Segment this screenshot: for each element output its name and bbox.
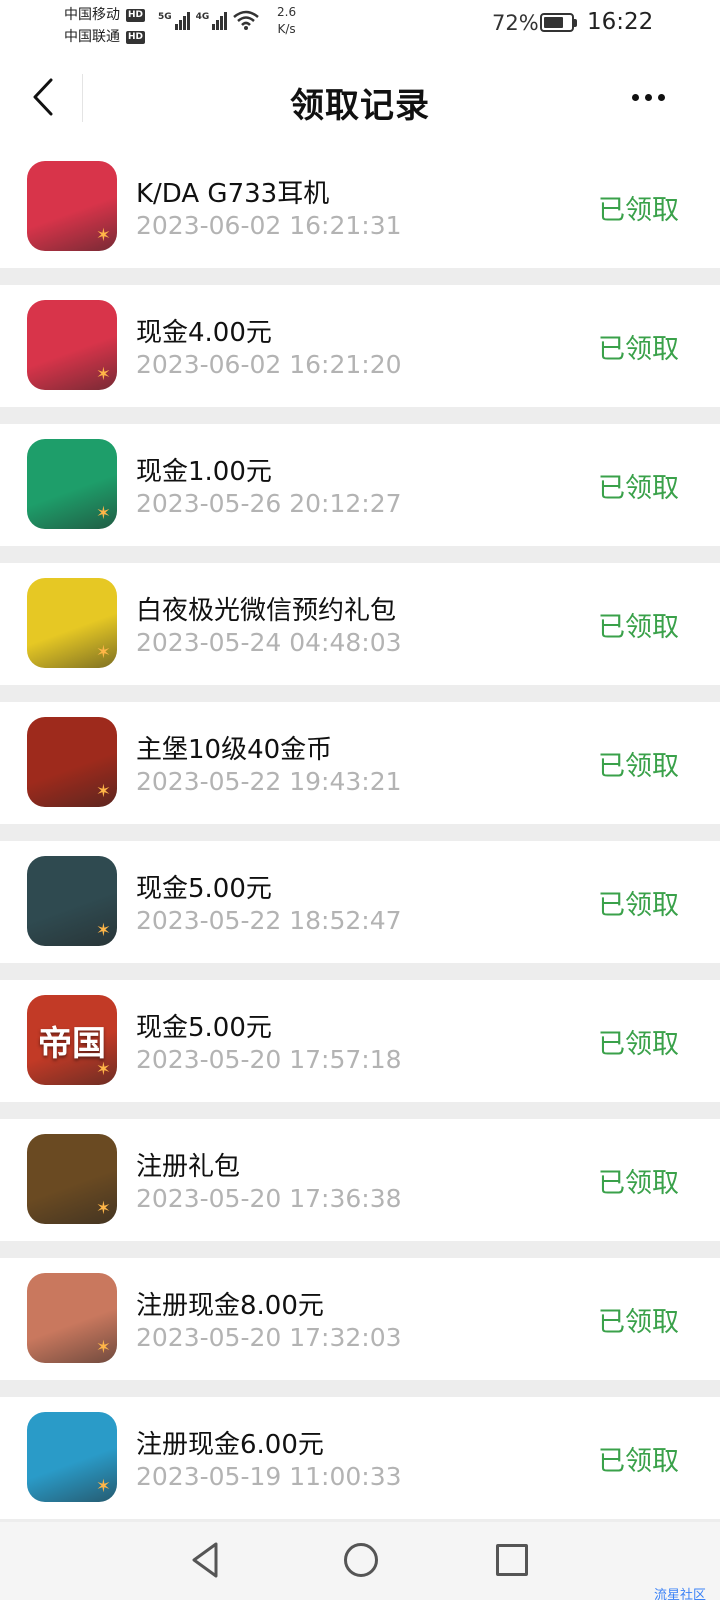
record-name: 主堡10级40金币 bbox=[136, 735, 333, 765]
record-row[interactable]: ✶ 主堡10级40金币 2023-05-22 19:43:21 已领取 bbox=[0, 702, 720, 824]
carrier-1: 中国移动 bbox=[64, 7, 120, 23]
status-bar: 中国移动 HD 中国联通 HD 5G 4G 2.6 K/s 72% 16:22 bbox=[0, 0, 720, 50]
record-name: K/DA G733耳机 bbox=[136, 179, 330, 209]
app-icon: ✶ bbox=[27, 1412, 117, 1502]
record-time: 2023-05-20 17:57:18 bbox=[136, 1045, 402, 1074]
record-time: 2023-06-02 16:21:31 bbox=[136, 211, 402, 240]
battery-cap bbox=[574, 19, 577, 27]
record-name: 注册现金6.00元 bbox=[136, 1430, 324, 1460]
signal-indicators: 5G 4G bbox=[158, 10, 260, 30]
record-row[interactable]: ✶ 注册礼包 2023-05-20 17:36:38 已领取 bbox=[0, 1119, 720, 1241]
record-status: 已领取 bbox=[598, 1446, 679, 1477]
app-icon: 帝国 ✶ bbox=[27, 995, 117, 1085]
record-name: 注册礼包 bbox=[136, 1152, 241, 1182]
app-icon: ✶ bbox=[27, 578, 117, 668]
record-row[interactable]: ✶ 现金4.00元 2023-06-02 16:21:20 已领取 bbox=[0, 285, 720, 407]
records-list: ✶ K/DA G733耳机 2023-06-02 16:21:31 已领取 ✶ 现金4.0… bbox=[0, 146, 720, 1536]
wifi-icon bbox=[233, 10, 260, 30]
status-time: 16:22 bbox=[587, 9, 654, 35]
battery-percent: 72% bbox=[492, 11, 539, 35]
app-icon: ✶ bbox=[27, 856, 117, 946]
record-name: 现金4.00元 bbox=[136, 318, 272, 348]
record-time: 2023-05-26 20:12:27 bbox=[136, 489, 402, 518]
hd-badge: HD bbox=[126, 30, 146, 44]
more-dots-icon bbox=[657, 93, 665, 101]
record-time: 2023-05-24 04:48:03 bbox=[136, 628, 402, 657]
more-button[interactable] bbox=[620, 76, 676, 118]
network-speed: 2.6 K/s bbox=[277, 5, 297, 36]
record-status: 已领取 bbox=[598, 473, 679, 504]
signal-4g-icon: 4G bbox=[196, 12, 228, 30]
record-time: 2023-05-19 11:00:33 bbox=[136, 1462, 402, 1491]
app-icon: ✶ bbox=[27, 300, 117, 390]
watermark: 流星社区 bbox=[654, 1588, 707, 1600]
record-status: 已领取 bbox=[598, 1307, 679, 1338]
record-row[interactable]: 帝国 ✶ 现金5.00元 2023-05-20 17:57:18 已领取 bbox=[0, 980, 720, 1102]
record-status: 已领取 bbox=[598, 1029, 679, 1060]
hd-badge: HD bbox=[126, 8, 146, 22]
app-icon: ✶ bbox=[27, 1273, 117, 1363]
sparkle-badge-icon: ✶ bbox=[95, 225, 111, 246]
nav-bar: 领取记录 bbox=[0, 50, 720, 146]
record-row[interactable]: ✶ 白夜极光微信预约礼包 2023-05-24 04:48:03 已领取 bbox=[0, 563, 720, 685]
record-name: 现金1.00元 bbox=[136, 457, 272, 487]
battery-icon bbox=[540, 13, 574, 32]
sparkle-badge-icon: ✶ bbox=[95, 503, 111, 524]
page-title: 领取记录 bbox=[290, 86, 430, 126]
record-status: 已领取 bbox=[598, 195, 679, 226]
sparkle-badge-icon: ✶ bbox=[95, 642, 111, 663]
sparkle-badge-icon: ✶ bbox=[95, 1059, 111, 1080]
record-row[interactable]: ✶ K/DA G733耳机 2023-06-02 16:21:31 已领取 bbox=[0, 146, 720, 268]
system-nav-bar bbox=[0, 1522, 720, 1600]
square-recents-icon[interactable] bbox=[496, 1544, 528, 1576]
sparkle-badge-icon: ✶ bbox=[95, 1337, 111, 1358]
record-status: 已领取 bbox=[598, 890, 679, 921]
sparkle-badge-icon: ✶ bbox=[95, 364, 111, 385]
record-name: 注册现金8.00元 bbox=[136, 1291, 324, 1321]
record-status: 已领取 bbox=[598, 334, 679, 365]
sparkle-badge-icon: ✶ bbox=[95, 920, 111, 941]
record-row[interactable]: ✶ 现金1.00元 2023-05-26 20:12:27 已领取 bbox=[0, 424, 720, 546]
circle-home-icon[interactable] bbox=[344, 1543, 378, 1577]
record-row[interactable]: ✶ 现金5.00元 2023-05-22 18:52:47 已领取 bbox=[0, 841, 720, 963]
record-name: 现金5.00元 bbox=[136, 1013, 272, 1043]
record-row[interactable]: ✶ 注册现金8.00元 2023-05-20 17:32:03 已领取 bbox=[0, 1258, 720, 1380]
record-time: 2023-05-20 17:32:03 bbox=[136, 1323, 402, 1352]
sparkle-badge-icon: ✶ bbox=[95, 781, 111, 802]
more-dots-icon bbox=[631, 93, 639, 101]
record-time: 2023-06-02 16:21:20 bbox=[136, 350, 402, 379]
app-icon: ✶ bbox=[27, 161, 117, 251]
app-icon: ✶ bbox=[27, 439, 117, 529]
carrier-info: 中国移动 HD 中国联通 HD bbox=[64, 4, 146, 48]
more-dots-icon bbox=[644, 93, 652, 101]
record-time: 2023-05-22 19:43:21 bbox=[136, 767, 402, 796]
record-status: 已领取 bbox=[598, 612, 679, 643]
record-time: 2023-05-20 17:36:38 bbox=[136, 1184, 402, 1213]
carrier-2: 中国联通 bbox=[64, 29, 120, 45]
triangle-back-icon[interactable] bbox=[190, 1541, 220, 1579]
record-time: 2023-05-22 18:52:47 bbox=[136, 906, 402, 935]
app-icon: ✶ bbox=[27, 1134, 117, 1224]
record-name: 白夜极光微信预约礼包 bbox=[136, 596, 397, 626]
record-name: 现金5.00元 bbox=[136, 874, 272, 904]
signal-5g-icon: 5G bbox=[158, 12, 190, 30]
record-row[interactable]: ✶ 注册现金6.00元 2023-05-19 11:00:33 已领取 bbox=[0, 1397, 720, 1519]
sparkle-badge-icon: ✶ bbox=[95, 1476, 111, 1497]
record-status: 已领取 bbox=[598, 751, 679, 782]
app-icon: ✶ bbox=[27, 717, 117, 807]
sparkle-badge-icon: ✶ bbox=[95, 1198, 111, 1219]
record-status: 已领取 bbox=[598, 1168, 679, 1199]
